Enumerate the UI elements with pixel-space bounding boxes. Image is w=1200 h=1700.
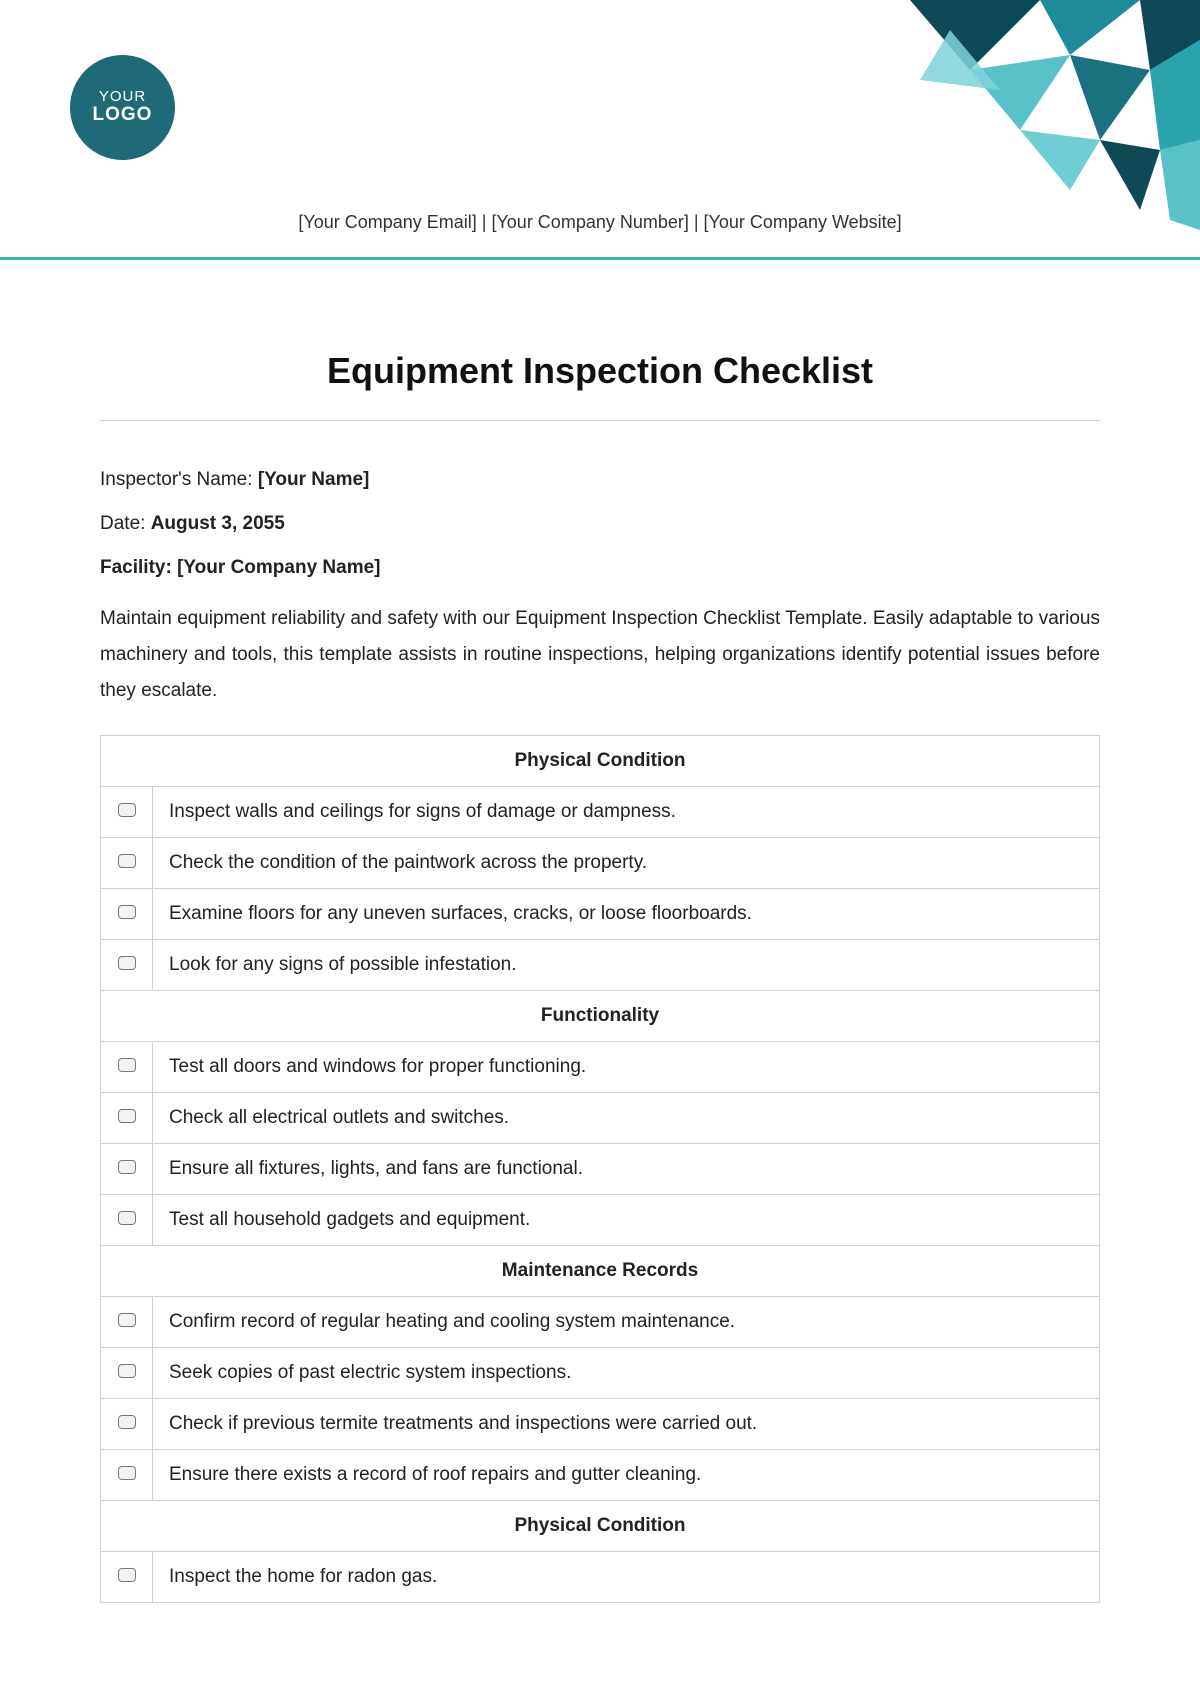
logo-line-2: LOGO — [93, 105, 153, 126]
document-body: Equipment Inspection Checklist Inspector… — [0, 260, 1200, 1603]
checklist-row: Seek copies of past electric system insp… — [101, 1348, 1100, 1399]
section-heading: Functionality — [101, 991, 1100, 1042]
checklist-row: Look for any signs of possible infestati… — [101, 940, 1100, 991]
checkbox-cell — [101, 1399, 153, 1450]
checkbox-icon[interactable] — [118, 1364, 136, 1378]
checklist-row: Inspect the home for radon gas. — [101, 1552, 1100, 1603]
date-value: August 3, 2055 — [151, 513, 285, 534]
inspector-label: Inspector's Name: — [100, 469, 258, 490]
checklist-row: Inspect walls and ceilings for signs of … — [101, 787, 1100, 838]
checkbox-icon[interactable] — [118, 854, 136, 868]
checklist-item-text: Look for any signs of possible infestati… — [153, 940, 1100, 991]
section-heading: Physical Condition — [101, 736, 1100, 787]
checkbox-cell — [101, 1144, 153, 1195]
description-text: Maintain equipment reliability and safet… — [100, 601, 1100, 709]
logo-placeholder: YOUR LOGO — [70, 55, 175, 160]
checklist-item-text: Ensure all fixtures, lights, and fans ar… — [153, 1144, 1100, 1195]
checklist-item-text: Ensure there exists a record of roof rep… — [153, 1450, 1100, 1501]
checkbox-icon[interactable] — [118, 1160, 136, 1174]
checkbox-icon[interactable] — [118, 1211, 136, 1225]
section-heading: Physical Condition — [101, 1501, 1100, 1552]
checklist-row: Check all electrical outlets and switche… — [101, 1093, 1100, 1144]
checklist-item-text: Seek copies of past electric system insp… — [153, 1348, 1100, 1399]
checklist-item-text: Check the condition of the paintwork acr… — [153, 838, 1100, 889]
checkbox-cell — [101, 787, 153, 838]
checkbox-cell — [101, 838, 153, 889]
checklist-row: Confirm record of regular heating and co… — [101, 1297, 1100, 1348]
section-heading: Maintenance Records — [101, 1246, 1100, 1297]
inspector-line: Inspector's Name: [Your Name] — [100, 469, 1100, 491]
geometric-decoration-icon — [840, 0, 1200, 230]
checklist-item-text: Inspect walls and ceilings for signs of … — [153, 787, 1100, 838]
facility-line: Facility: [Your Company Name] — [100, 557, 1100, 579]
checkbox-icon[interactable] — [118, 956, 136, 970]
checkbox-cell — [101, 1042, 153, 1093]
checklist-row: Ensure all fixtures, lights, and fans ar… — [101, 1144, 1100, 1195]
title-divider — [100, 420, 1100, 421]
checklist-row: Test all doors and windows for proper fu… — [101, 1042, 1100, 1093]
checkbox-cell — [101, 889, 153, 940]
checkbox-icon[interactable] — [118, 1109, 136, 1123]
checkbox-icon[interactable] — [118, 1058, 136, 1072]
company-contact-line: [Your Company Email] | [Your Company Num… — [0, 212, 1200, 233]
facility-value: [Your Company Name] — [177, 557, 380, 578]
checkbox-cell — [101, 940, 153, 991]
checklist-item-text: Check if previous termite treatments and… — [153, 1399, 1100, 1450]
page-title: Equipment Inspection Checklist — [100, 350, 1100, 392]
logo-line-1: YOUR — [99, 89, 146, 106]
date-line: Date: August 3, 2055 — [100, 513, 1100, 535]
checklist-table: Physical ConditionInspect walls and ceil… — [100, 735, 1100, 1603]
checkbox-icon[interactable] — [118, 1313, 136, 1327]
checkbox-icon[interactable] — [118, 1415, 136, 1429]
checklist-row: Test all household gadgets and equipment… — [101, 1195, 1100, 1246]
checkbox-cell — [101, 1450, 153, 1501]
inspector-value: [Your Name] — [258, 469, 370, 490]
date-label: Date: — [100, 513, 151, 534]
checklist-item-text: Test all household gadgets and equipment… — [153, 1195, 1100, 1246]
checklist-row: Check the condition of the paintwork acr… — [101, 838, 1100, 889]
checklist-item-text: Examine floors for any uneven surfaces, … — [153, 889, 1100, 940]
checklist-item-text: Test all doors and windows for proper fu… — [153, 1042, 1100, 1093]
facility-sep: : — [165, 557, 177, 578]
checklist-row: Check if previous termite treatments and… — [101, 1399, 1100, 1450]
checklist-item-text: Inspect the home for radon gas. — [153, 1552, 1100, 1603]
checkbox-cell — [101, 1195, 153, 1246]
checkbox-cell — [101, 1348, 153, 1399]
checklist-item-text: Confirm record of regular heating and co… — [153, 1297, 1100, 1348]
checkbox-cell — [101, 1552, 153, 1603]
checkbox-icon[interactable] — [118, 1466, 136, 1480]
facility-label: Facility — [100, 557, 165, 578]
checkbox-icon[interactable] — [118, 1568, 136, 1582]
document-header: YOUR LOGO [Your Company Email] | [Your C… — [0, 0, 1200, 260]
checklist-row: Ensure there exists a record of roof rep… — [101, 1450, 1100, 1501]
checkbox-icon[interactable] — [118, 905, 136, 919]
checkbox-icon[interactable] — [118, 803, 136, 817]
checkbox-cell — [101, 1297, 153, 1348]
checklist-item-text: Check all electrical outlets and switche… — [153, 1093, 1100, 1144]
checkbox-cell — [101, 1093, 153, 1144]
checklist-row: Examine floors for any uneven surfaces, … — [101, 889, 1100, 940]
